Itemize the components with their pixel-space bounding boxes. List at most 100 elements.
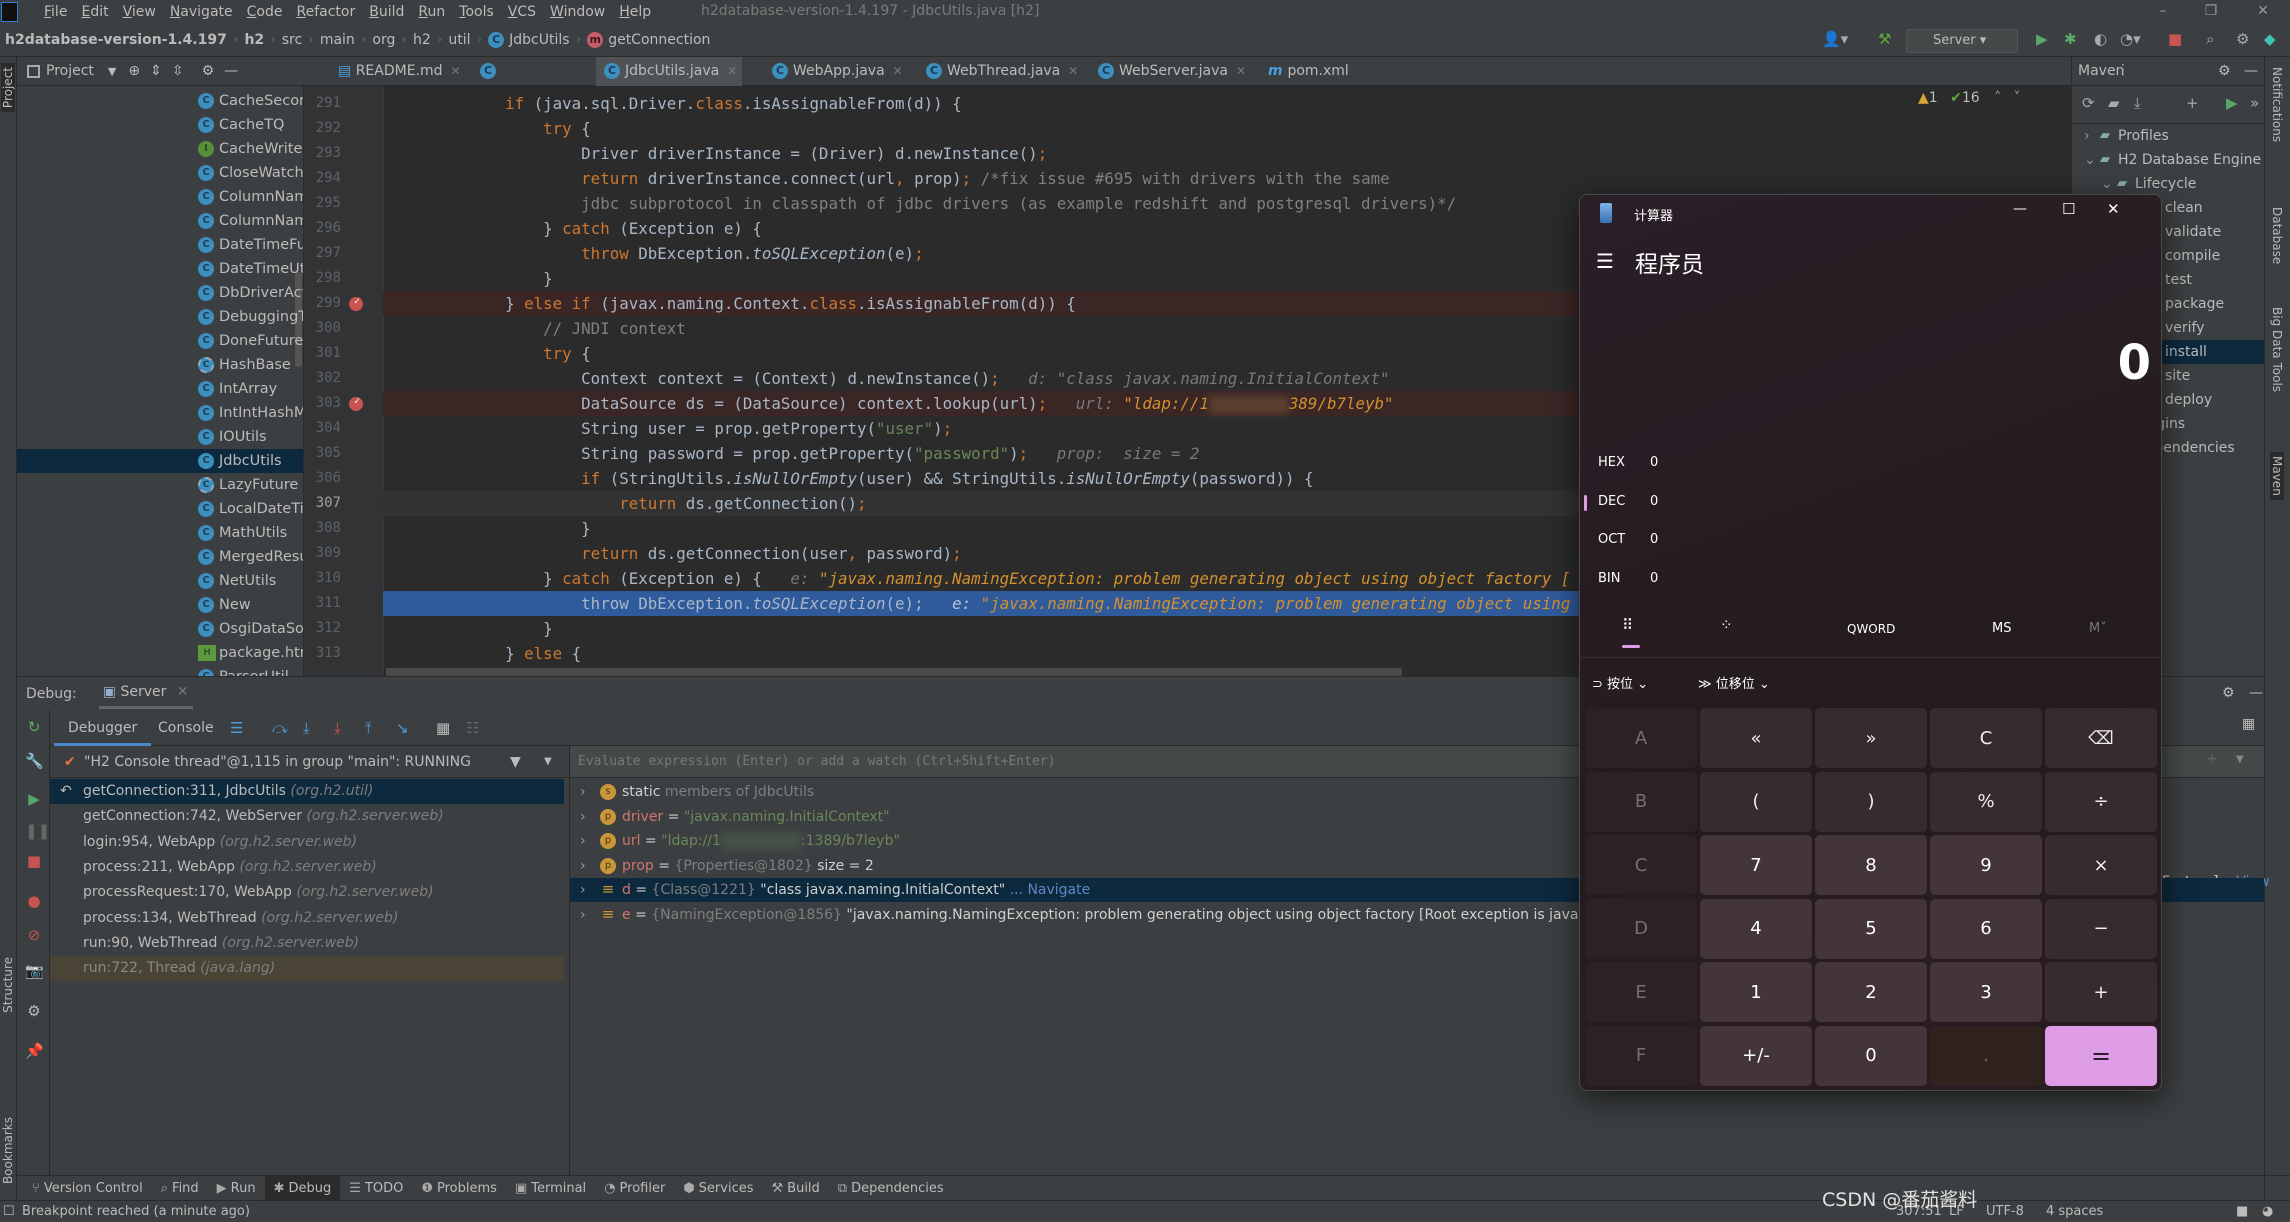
add-icon[interactable]: + bbox=[2186, 94, 2199, 112]
memory-menu-button[interactable]: M˅ bbox=[2089, 621, 2107, 636]
radix-bin[interactable]: BIN 0 bbox=[1598, 571, 1658, 586]
stop-icon[interactable]: ■ bbox=[2168, 30, 2182, 48]
stack-frame[interactable]: run:90, WebThread (org.h2.server.web) bbox=[50, 931, 564, 956]
expand-arrow-icon[interactable]: › bbox=[580, 878, 586, 902]
project-tree-item[interactable]: C DoneFuture bbox=[17, 329, 303, 353]
project-tree-item[interactable]: C IntIntHashM bbox=[17, 401, 303, 425]
memory-store-button[interactable]: MS bbox=[1992, 621, 2011, 636]
tool-run[interactable]: ▶ Run bbox=[208, 1176, 265, 1201]
menu-run[interactable]: Run bbox=[418, 4, 445, 20]
radix-hex[interactable]: HEX 0 bbox=[1598, 455, 1658, 470]
editor-tab[interactable]: CServer.java✕ bbox=[472, 57, 590, 108]
hide-icon[interactable]: — bbox=[224, 63, 238, 79]
maven-tree-item[interactable]: › ▰ Profiles bbox=[2072, 124, 2264, 148]
settings-icon[interactable]: ⚙ bbox=[25, 1002, 43, 1020]
inspection-widget[interactable]: ▲1 ✔16 ˄ ˅ bbox=[1918, 90, 2021, 106]
project-tree-item[interactable]: C JdbcUtils bbox=[17, 449, 303, 473]
editor-tab[interactable]: C WebServer.java ✕ bbox=[1090, 57, 1250, 86]
word-size-button[interactable]: QWORD bbox=[1847, 622, 1895, 636]
breadcrumb-item[interactable]: h2database-version-1.4.197 bbox=[5, 32, 227, 48]
calc-key[interactable]: % bbox=[1930, 771, 2042, 832]
bitshift-dropdown[interactable]: ≫ 位移位 ⌄ bbox=[1698, 673, 1770, 692]
full-keypad-icon[interactable]: ⠿ bbox=[1622, 616, 1633, 634]
stripe-database[interactable]: Database bbox=[2270, 207, 2284, 264]
breadcrumb-item[interactable]: getConnection bbox=[608, 32, 710, 48]
coverage-icon[interactable]: ◐ bbox=[2094, 30, 2107, 48]
expand-arrow-icon[interactable]: › bbox=[580, 829, 586, 853]
calc-key[interactable]: 7 bbox=[1700, 835, 1812, 895]
tool-terminal[interactable]: ▣ Terminal bbox=[506, 1176, 595, 1201]
project-tree-item[interactable]: C MergedResu bbox=[17, 545, 303, 569]
tab-debugger[interactable]: Debugger bbox=[54, 710, 152, 746]
editor-tab[interactable]: C WebApp.java ✕ bbox=[764, 57, 908, 86]
breadcrumb-item[interactable]: h2 bbox=[244, 32, 264, 48]
project-tree-item[interactable]: C New bbox=[17, 593, 303, 617]
gear-icon[interactable]: ⚙ bbox=[2236, 30, 2249, 48]
tree-arrow-icon[interactable]: ⌄ bbox=[2084, 148, 2096, 172]
hide-icon[interactable]: — bbox=[2249, 685, 2263, 701]
radix-oct[interactable]: OCT 0 bbox=[1598, 532, 1658, 547]
breakpoint-icon[interactable] bbox=[349, 289, 363, 314]
close-tab-icon[interactable]: ✕ bbox=[1236, 64, 1246, 78]
debug-bug-icon[interactable]: ✱ bbox=[2064, 30, 2077, 48]
menu-edit[interactable]: Edit bbox=[81, 4, 108, 20]
menu-vcs[interactable]: VCS bbox=[508, 4, 536, 20]
tool-services[interactable]: ⬢ Services bbox=[674, 1176, 762, 1201]
stripe-maven[interactable]: Maven bbox=[2270, 452, 2284, 500]
run-maven-icon[interactable]: ▶ bbox=[2226, 94, 2238, 112]
project-tree-item[interactable]: C DbDriverAct bbox=[17, 281, 303, 305]
project-tree-item[interactable]: C LocalDateTi bbox=[17, 497, 303, 521]
menu-file[interactable]: File bbox=[44, 4, 67, 20]
calc-key[interactable]: 1 bbox=[1700, 962, 1812, 1022]
expand-arrow-icon[interactable]: › bbox=[580, 903, 586, 927]
close-tab-icon[interactable]: ✕ bbox=[1068, 64, 1078, 78]
more-icon[interactable]: » bbox=[2250, 94, 2259, 112]
inspector-icon[interactable]: ◕ bbox=[2262, 1201, 2273, 1222]
stop-icon[interactable]: ■ bbox=[25, 852, 43, 870]
calc-maximize-button[interactable]: ☐ bbox=[2062, 200, 2075, 218]
profiler-icon[interactable]: ◔▾ bbox=[2120, 30, 2141, 48]
project-tree-item[interactable]: C IntArray bbox=[17, 377, 303, 401]
bitwise-dropdown[interactable]: ⊃ 按位 ⌄ bbox=[1592, 673, 1648, 692]
expand-arrow-icon[interactable]: › bbox=[580, 854, 586, 878]
run-icon[interactable]: ▶ bbox=[2036, 30, 2048, 48]
thread-dropdown-icon[interactable]: ▼ bbox=[544, 746, 552, 778]
stack-frame[interactable]: processRequest:170, WebApp (org.h2.serve… bbox=[50, 880, 564, 905]
wrench-icon[interactable]: 🔧 bbox=[25, 752, 44, 770]
tool-dependencies[interactable]: ⧉ Dependencies bbox=[829, 1176, 953, 1201]
calc-key[interactable]: − bbox=[2045, 898, 2157, 959]
menu-code[interactable]: Code bbox=[247, 4, 283, 20]
expand-arrow-icon[interactable]: › bbox=[580, 805, 586, 829]
menu-navigate[interactable]: Navigate bbox=[170, 4, 233, 20]
stripe-notifications[interactable]: Notifications bbox=[2270, 67, 2284, 142]
calc-key[interactable]: 3 bbox=[1930, 962, 2042, 1022]
view-breakpoints-icon[interactable]: ● bbox=[25, 892, 43, 910]
close-window-button[interactable]: ✕ bbox=[2240, 0, 2286, 24]
editor-tab[interactable]: C JdbcUtils.java ✕ bbox=[596, 57, 742, 86]
project-tree-item[interactable]: C MathUtils bbox=[17, 521, 303, 545]
collapse-all-icon[interactable]: ⇳ bbox=[172, 63, 184, 79]
calc-key[interactable]: » bbox=[1815, 708, 1927, 768]
close-tab-icon[interactable]: ✕ bbox=[451, 64, 461, 78]
force-step-into-icon[interactable]: ⤓ bbox=[334, 719, 341, 737]
prev-highlight-icon[interactable]: ˄ bbox=[1994, 90, 2001, 106]
status-message[interactable]: Breakpoint reached (a minute ago) bbox=[22, 1201, 250, 1222]
calc-close-button[interactable]: ✕ bbox=[2107, 200, 2120, 218]
menu-view[interactable]: View bbox=[123, 4, 156, 20]
breakpoint-icon[interactable] bbox=[349, 389, 363, 414]
project-tree-item[interactable]: C LazyFuture bbox=[17, 473, 303, 497]
calc-key[interactable]: 5 bbox=[1815, 898, 1927, 959]
dropdown-icon[interactable]: ▼ bbox=[108, 65, 116, 78]
editor-tab[interactable]: m pom.xml (h2)✕ bbox=[1260, 57, 1370, 108]
reload-icon[interactable]: ⟳ bbox=[2082, 94, 2095, 112]
calc-key[interactable]: 9 bbox=[1930, 835, 2042, 895]
expand-all-icon[interactable]: ⇕ bbox=[150, 63, 162, 79]
tool-profiler[interactable]: ◔ Profiler bbox=[595, 1176, 674, 1201]
project-tree-item[interactable]: C CloseWatche bbox=[17, 161, 303, 185]
run-to-cursor-icon[interactable]: ↘ bbox=[396, 719, 409, 737]
project-tree-item[interactable]: C HashBase bbox=[17, 353, 303, 377]
locate-icon[interactable]: ⊕ bbox=[128, 63, 140, 79]
stripe-structure[interactable]: Structure bbox=[1, 957, 15, 1013]
maven-tree-item[interactable]: ⌄ ▰ Lifecycle bbox=[2072, 172, 2264, 196]
camera-icon[interactable]: 📷 bbox=[25, 962, 44, 980]
